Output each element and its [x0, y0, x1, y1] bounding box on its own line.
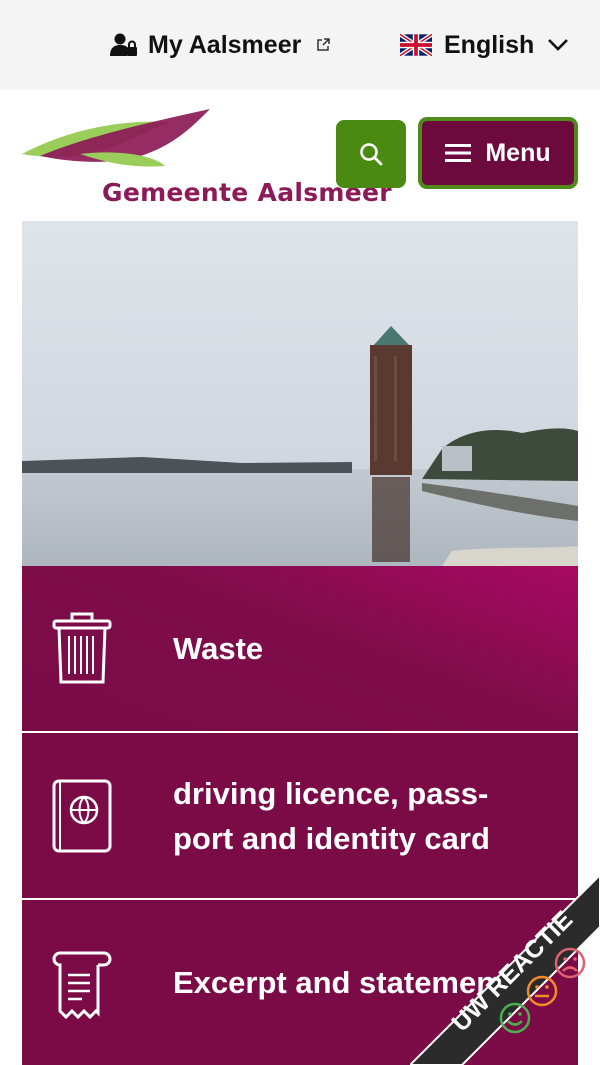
trash-bin-icon — [52, 612, 112, 683]
top-bar: My Aalsmeer English — [0, 0, 600, 90]
tile-label: driving licence, pass-port and identity … — [173, 775, 490, 856]
tile-driving-licence-passport[interactable]: driving licence, pass-port and identity … — [22, 733, 578, 898]
external-link-icon — [317, 38, 331, 51]
language-label: English — [444, 30, 535, 59]
hamburger-icon — [445, 144, 472, 162]
document-scroll-icon — [52, 951, 112, 1019]
uk-flag-icon — [400, 34, 432, 56]
chevron-down-icon — [548, 39, 569, 51]
my-aalsmeer-link[interactable]: My Aalsmeer — [110, 29, 331, 61]
menu-label: Menu — [485, 138, 551, 167]
language-selector[interactable]: English — [400, 29, 570, 61]
tile-label: Waste — [173, 631, 264, 666]
passport-icon — [52, 779, 112, 852]
hero-image-water-tower — [22, 221, 578, 566]
search-icon — [360, 143, 383, 166]
feedback-ribbon[interactable]: UW REACTIE — [410, 875, 600, 1065]
user-lock-icon — [110, 33, 137, 56]
search-button[interactable] — [336, 120, 406, 188]
tile-waste[interactable]: Waste — [22, 566, 578, 731]
my-aalsmeer-label: My Aalsmeer — [148, 30, 302, 59]
menu-button[interactable]: Menu — [418, 117, 578, 189]
